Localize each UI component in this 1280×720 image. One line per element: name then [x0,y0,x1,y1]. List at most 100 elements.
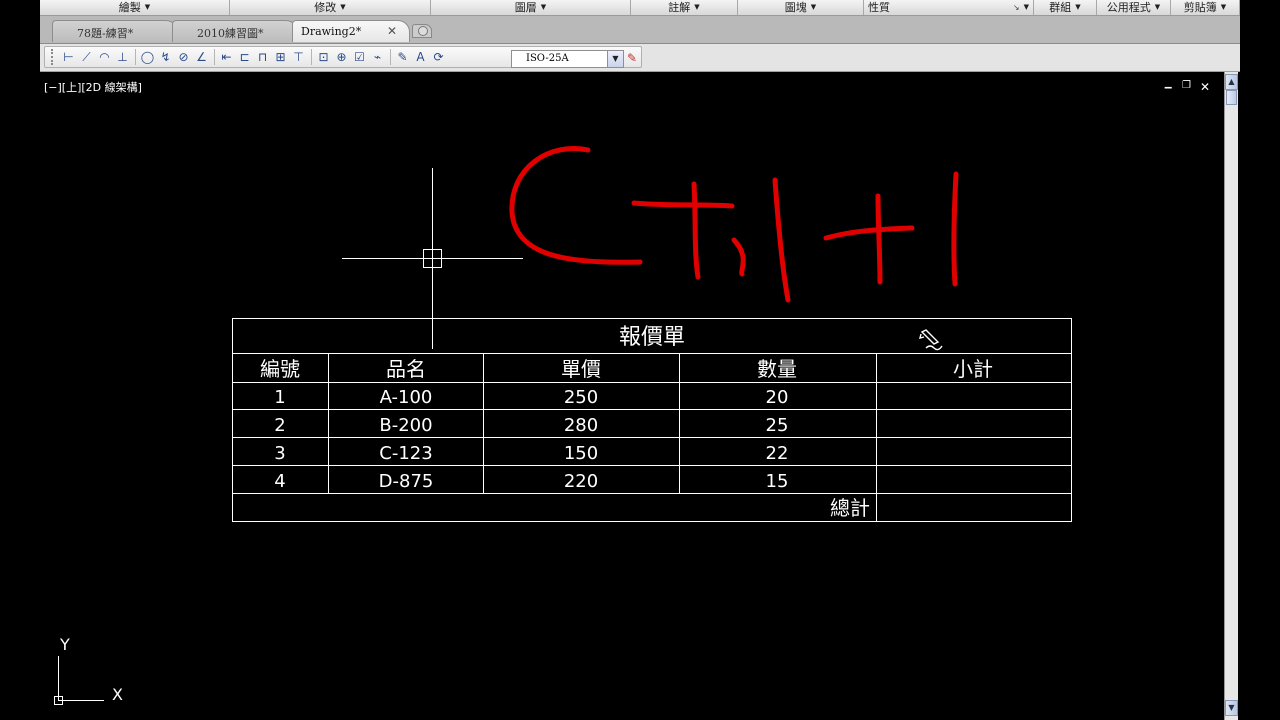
table-cell: 250 [564,387,598,408]
ribbon-panel-label: 圖層 [514,1,537,14]
dialog-launcher-icon[interactable]: ↘ [1013,0,1020,15]
ribbon-panel-label: 性質 [868,1,890,14]
dimension-style-select[interactable]: ISO-25A ▼ [511,50,624,68]
dimension-style-icon[interactable]: ✎ [627,51,637,65]
table-cell: 150 [564,443,598,464]
ribbon-panel-label: 剪貼簿 [1183,1,1217,14]
chevron-down-icon: ▼ [1075,3,1081,11]
ribbon-panel-title[interactable]: 圖層 ▼ [431,0,631,15]
table-cell: B-200 [379,415,432,436]
chevron-down-icon: ▼ [1023,3,1029,11]
chevron-down-icon: ▼ [810,3,817,11]
quick-dimension-icon[interactable]: ⇤ [218,48,235,66]
table-header-cell: 編號 [260,357,300,381]
diameter-dimension-icon[interactable]: ⊘ [175,48,192,66]
new-tab-button[interactable] [412,24,432,38]
table-cell: 220 [564,471,598,492]
ribbon-panel-title[interactable]: 群組 ▼ [1034,0,1097,15]
table-cell: 15 [766,471,789,492]
linear-dimension-icon[interactable]: ⊢ [60,48,77,66]
ribbon-panel-title[interactable]: 性質 ↘ ▼ [864,0,1034,15]
drawing-area[interactable]: [−][上][2D 線架構] ‒ ❐ ✕ 報價單 編號 品名 單價 數量 小計 … [40,72,1224,720]
aligned-dimension-icon[interactable]: ⟋ [78,48,95,66]
ribbon-panel-label: 群組 [1049,1,1072,14]
toolbar-separator [135,49,136,65]
screen-border-left [0,0,40,720]
jogged-dimension-icon[interactable]: ↯ [157,48,174,66]
ribbon-panel-title[interactable]: 繪製 ▼ [40,0,230,15]
table-cell: 2 [274,415,285,436]
file-tab-bar: 78題-練習* 2010練習圖* Drawing2* ✕ [40,16,1240,44]
ribbon-panel-title[interactable]: 修改 ▼ [230,0,431,15]
table-cell: 280 [564,415,598,436]
screen-border-right [1240,0,1280,720]
angular-dimension-icon[interactable]: ∠ [193,48,210,66]
file-tab-78[interactable]: 78題-練習* [52,20,178,42]
arc-length-icon[interactable]: ◠ [96,48,113,66]
ribbon-panel-label: 修改 [314,1,337,14]
table-cell: 4 [274,471,285,492]
chevron-down-icon: ▼ [694,3,700,11]
dimension-toolbar: ⊢ ⟋ ◠ ⊥ ◯ ↯ ⊘ ∠ ⇤ ⊏ ⊓ ⊞ ⊤ ⊡ ⊕ ☑ ⌁ ✎ A ⟳ … [40,44,1240,72]
file-tab-label: 2010練習圖* [197,27,264,40]
dimension-space-icon[interactable]: ⊞ [272,48,289,66]
ucs-icon [54,656,104,705]
ribbon-panel-title[interactable]: 註解 ▼ [631,0,738,15]
file-tab-drawing2[interactable]: Drawing2* ✕ [292,20,410,42]
ribbon-panel-title[interactable]: 剪貼簿 ▼ [1171,0,1240,15]
ribbon-panel-label: 公用程式 [1106,1,1151,14]
table-cell: A-100 [380,387,433,408]
ribbon-panel-title[interactable]: 圖塊 ▼ [738,0,864,15]
toolbar-separator [311,49,312,65]
jogged-linear-icon[interactable]: ⌁ [369,48,386,66]
model-space-canvas: 報價單 編號 品名 單價 數量 小計 1 A-100 250 20 2 B-20… [54,146,1072,705]
chevron-down-icon: ▼ [144,3,151,11]
toolbar-grip[interactable] [51,49,56,65]
table-cell: 3 [274,443,285,464]
dimension-edit-icon[interactable]: ✎ [394,48,411,66]
ribbon-panel-title[interactable]: 公用程式 ▼ [1097,0,1171,15]
ordinate-dimension-icon[interactable]: ⊥ [114,48,131,66]
table-cell: C-123 [379,443,432,464]
scroll-down-icon[interactable]: ▼ [1225,700,1238,716]
ribbon-panel-bar: 繪製 ▼ 修改 ▼ 圖層 ▼ 註解 ▼ 圖塊 ▼ 性質 ↘ ▼ 群組 ▼ 公用程式 ▼ 剪貼簿 ▼ [40,0,1240,16]
ribbon-panel-label: 圖塊 [784,1,807,14]
table-cell: 25 [766,415,789,436]
file-tab-2010[interactable]: 2010練習圖* [172,20,298,42]
chevron-down-icon: ▼ [1154,3,1161,11]
table-header-cell: 小計 [953,357,993,381]
total-label: 總計 [830,496,870,520]
dimension-style-value: ISO-25A [526,53,569,64]
table-header-cell: 數量 [757,357,797,381]
center-mark-icon[interactable]: ⊕ [333,48,350,66]
tolerance-icon[interactable]: ⊡ [315,48,332,66]
ucs-y-label: Y [59,635,70,654]
table-title: 報價單 [619,325,685,350]
table-cell: 1 [274,387,285,408]
pen-cursor-icon [919,329,943,351]
handwritten-annotation [509,146,959,303]
inspect-icon[interactable]: ☑ [351,48,368,66]
baseline-dimension-icon[interactable]: ⊏ [236,48,253,66]
dimension-update-icon[interactable]: ⟳ [430,48,447,66]
scroll-up-icon[interactable]: ▲ [1225,74,1238,90]
dimension-text-edit-icon[interactable]: A [412,48,429,66]
radius-dimension-icon[interactable]: ◯ [139,48,156,66]
chevron-down-icon[interactable]: ▼ [607,51,623,67]
dimension-break-icon[interactable]: ⊤ [290,48,307,66]
continue-dimension-icon[interactable]: ⊓ [254,48,271,66]
table-cell: D-875 [379,471,434,492]
ribbon-panel-label: 繪製 [118,1,141,14]
ucs-x-label: X [112,685,123,704]
scrollbar-thumb[interactable] [1226,90,1237,105]
chevron-down-icon: ▼ [540,3,547,11]
table-header-cell: 單價 [561,357,601,381]
toolbar-separator [390,49,391,65]
file-tab-label: 78題-練習* [77,27,134,40]
chevron-down-icon: ▼ [1220,3,1227,11]
plus-icon [418,26,428,36]
vertical-scrollbar[interactable]: ▲ ▼ [1224,72,1238,720]
dimension-tool-strip: ⊢ ⟋ ◠ ⊥ ◯ ↯ ⊘ ∠ ⇤ ⊏ ⊓ ⊞ ⊤ ⊡ ⊕ ☑ ⌁ ✎ A ⟳ … [44,46,642,68]
close-icon[interactable]: ✕ [387,24,397,38]
table-cell: 20 [766,387,789,408]
